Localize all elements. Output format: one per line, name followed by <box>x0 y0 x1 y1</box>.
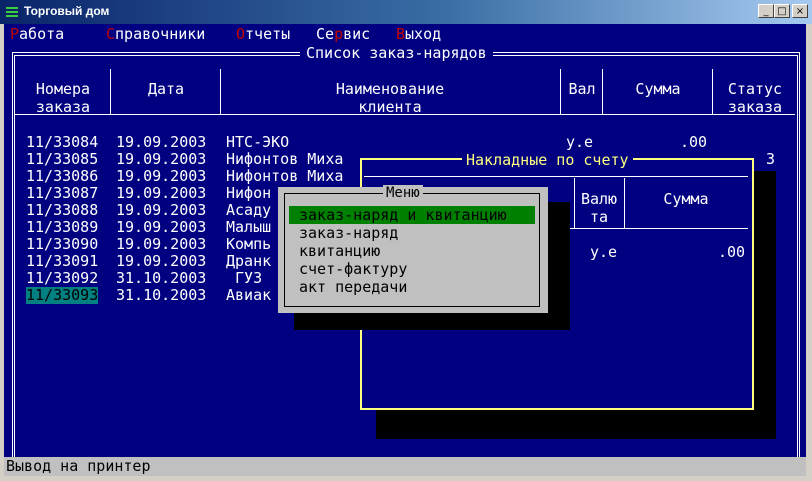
dialog-col-currency[interactable]: Валю та <box>576 190 622 226</box>
row-date[interactable]: 19.09.2003 <box>116 219 206 236</box>
row-status[interactable]: З <box>766 151 775 168</box>
col-sep <box>220 69 221 114</box>
dialog-col-sep <box>574 178 575 228</box>
menu-exit[interactable]: Выход <box>396 25 441 43</box>
app-icon <box>4 4 20 20</box>
popup-title: Меню <box>383 185 423 201</box>
row-currency[interactable]: у.е <box>566 134 593 151</box>
row-order-number[interactable]: 11/33084 <box>26 134 98 151</box>
row-client[interactable]: Нифон <box>226 185 271 202</box>
row-date[interactable]: 19.09.2003 <box>116 151 206 168</box>
menu-directories[interactable]: Справочники <box>106 25 205 43</box>
row-client[interactable]: Нифонтов Миха <box>226 168 343 185</box>
window-title: Торговый дом <box>24 4 110 18</box>
menu-service[interactable]: Сервис <box>316 25 370 43</box>
popup-item-order-and-receipt[interactable]: заказ-наряд и квитанцию <box>289 206 535 224</box>
col-sep <box>560 69 561 114</box>
col-header-status[interactable]: Статус заказа <box>714 80 796 116</box>
popup-item-order[interactable]: заказ-наряд <box>289 224 535 242</box>
invoice-dialog-title: Накладные по счету <box>462 151 633 169</box>
popup-item-invoice[interactable]: счет-фактуру <box>289 260 535 278</box>
menu-reports[interactable]: Отчеты <box>236 25 290 43</box>
row-client[interactable]: Авиак <box>226 287 271 304</box>
row-client[interactable]: ГУЗ <box>226 270 262 287</box>
col-sep <box>712 69 713 114</box>
row-client[interactable]: Малыш <box>226 219 271 236</box>
row-order-number[interactable]: 11/33089 <box>26 219 98 236</box>
row-client[interactable]: НТС-ЭКО <box>226 134 289 151</box>
dialog-col-sep <box>624 178 625 228</box>
dialog-top-line <box>364 176 748 177</box>
row-date[interactable]: 31.10.2003 <box>116 287 206 304</box>
row-client[interactable]: Нифонтов Миха <box>226 151 343 168</box>
maximize-button[interactable]: □ <box>774 4 790 18</box>
row-order-number[interactable]: 11/33093 <box>26 287 99 304</box>
popup-item-transfer-act[interactable]: акт передачи <box>289 278 535 296</box>
menu-work[interactable]: Работа <box>10 25 64 43</box>
row-order-number[interactable]: 11/33086 <box>26 168 98 185</box>
row-date[interactable]: 19.09.2003 <box>116 236 206 253</box>
list-title: Список заказ-нарядов <box>300 44 493 62</box>
row-client[interactable]: Дранк <box>226 253 271 270</box>
row-order-number[interactable]: 11/33092 <box>26 270 98 287</box>
print-menu-popup: Меню заказ-наряд и квитанцию заказ-наряд… <box>278 185 548 313</box>
status-bar: Вывод на принтер <box>4 457 806 476</box>
popup-item-receipt[interactable]: квитанцию <box>289 242 535 260</box>
row-order-number[interactable]: 11/33090 <box>26 236 98 253</box>
close-button[interactable]: × <box>792 4 808 18</box>
row-date[interactable]: 19.09.2003 <box>116 185 206 202</box>
dialog-col-sum[interactable]: Сумма <box>626 190 746 208</box>
window-title-bar[interactable] <box>0 0 812 24</box>
row-order-number[interactable]: 11/33088 <box>26 202 98 219</box>
row-date[interactable]: 19.09.2003 <box>116 253 206 270</box>
col-header-client[interactable]: Наименование клиента <box>222 80 558 116</box>
dialog-row-currency[interactable]: у.е <box>590 244 617 261</box>
row-order-number[interactable]: 11/33087 <box>26 185 98 202</box>
row-date[interactable]: 19.09.2003 <box>116 202 206 219</box>
popup-frame: Меню заказ-наряд и квитанцию заказ-наряд… <box>284 185 540 307</box>
row-date[interactable]: 31.10.2003 <box>116 270 206 287</box>
col-header-number[interactable]: Номера заказа <box>16 80 110 116</box>
col-header-sum[interactable]: Сумма <box>604 80 712 98</box>
row-order-number[interactable]: 11/33091 <box>26 253 98 270</box>
row-client[interactable]: Асаду <box>226 202 271 219</box>
minimize-button[interactable]: _ <box>758 4 774 18</box>
col-sep <box>602 69 603 114</box>
row-order-number[interactable]: 11/33085 <box>26 151 98 168</box>
row-date[interactable]: 19.09.2003 <box>116 168 206 185</box>
menu-bar: Работа Справочники Отчеты Сервис Выход <box>4 24 806 43</box>
row-date[interactable]: 19.09.2003 <box>116 134 206 151</box>
col-header-currency[interactable]: Вал <box>562 80 602 98</box>
row-client[interactable]: Компь <box>226 236 271 253</box>
col-sep <box>110 69 111 114</box>
console-area: Работа Справочники Отчеты Сервис Выход С… <box>4 24 806 476</box>
dialog-row-sum[interactable]: .00 <box>718 244 745 261</box>
row-sum[interactable]: .00 <box>680 134 707 151</box>
col-header-date[interactable]: Дата <box>112 80 220 98</box>
